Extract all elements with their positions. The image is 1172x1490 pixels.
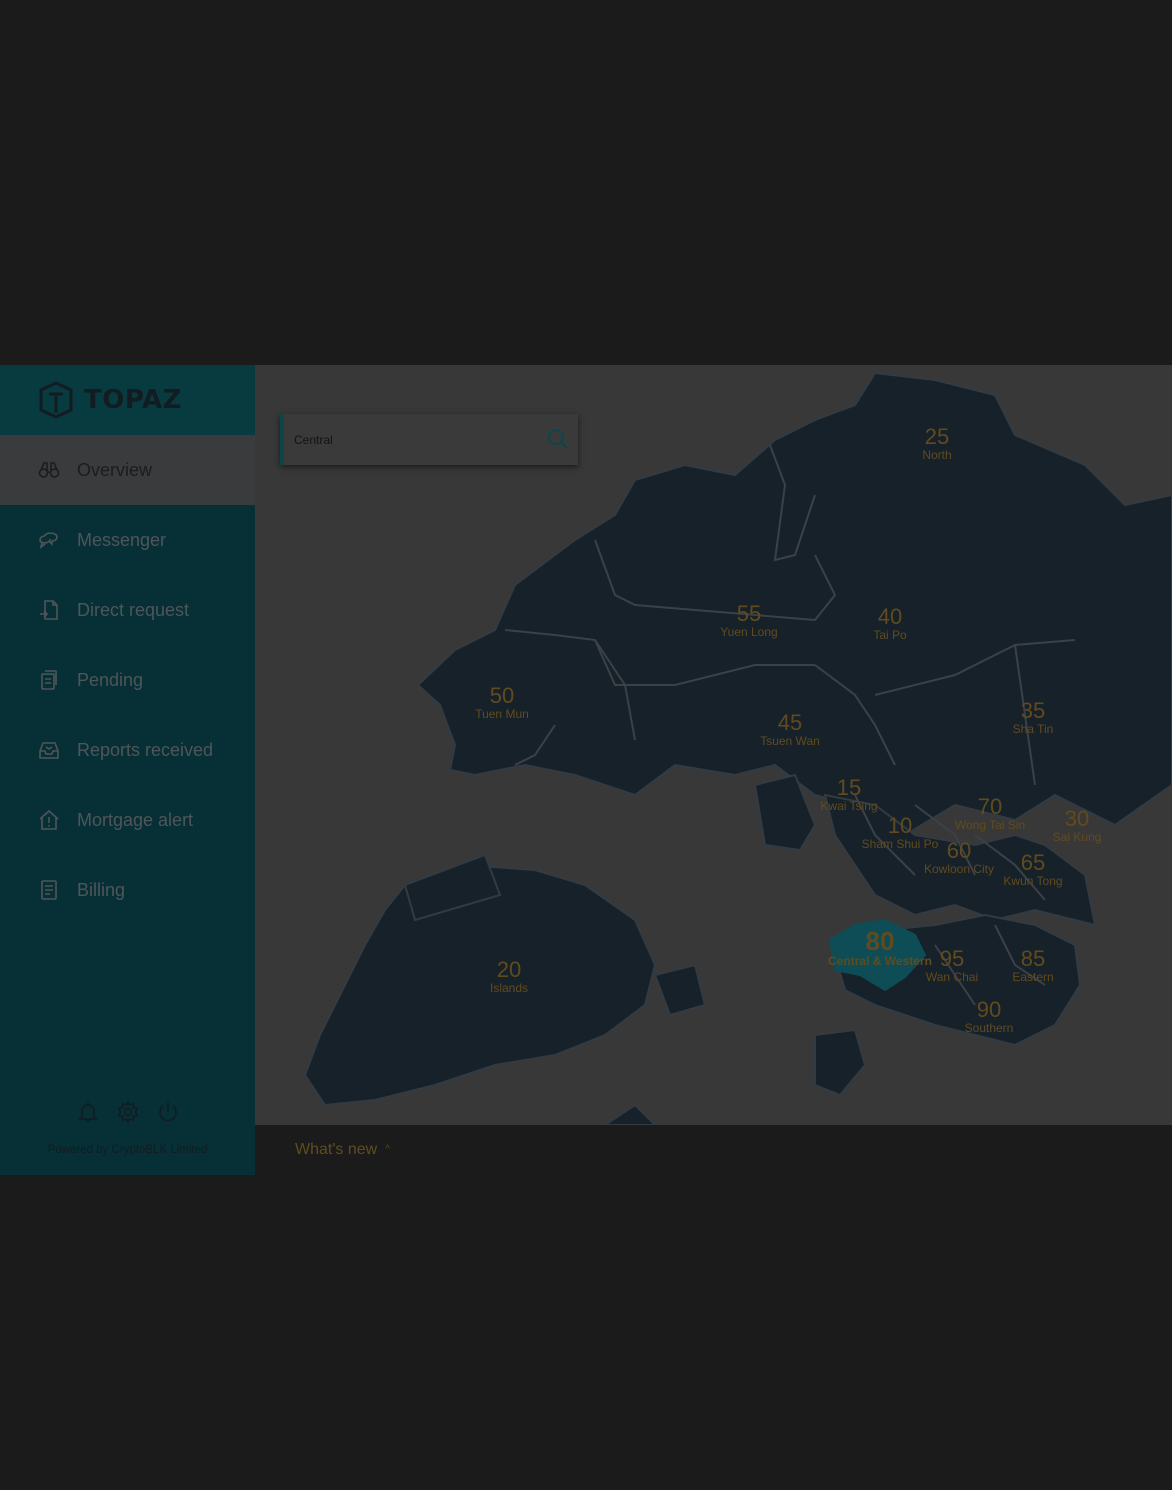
small-island	[603, 1103, 657, 1125]
brand-header: TOPAZ	[0, 365, 255, 435]
sidebar-item-label: Messenger	[77, 529, 167, 550]
chevron-up-icon: ^	[385, 1144, 390, 1155]
small-island	[653, 963, 707, 1017]
sidebar-item-pending[interactable]: Pending	[0, 645, 255, 715]
sidebar-item-reports-received[interactable]: Reports received	[0, 715, 255, 785]
search-box	[280, 414, 578, 465]
sidebar-item-overview[interactable]: Overview	[0, 435, 255, 505]
whats-new-label: What's new	[295, 1141, 378, 1158]
inbox-icon	[36, 737, 62, 763]
document-request-icon	[36, 597, 62, 623]
map-area: 25 North 55 Yuen Long 40 Tai Po 50 Tuen …	[255, 365, 1172, 1125]
brand-name: TOPAZ	[84, 385, 182, 415]
sidebar-nav: Overview Messenger Direct request Pendin…	[0, 435, 255, 925]
sidebar-item-label: Reports received	[77, 739, 214, 760]
bell-icon[interactable]	[76, 1100, 100, 1124]
sidebar-footer: Powered by CryptoBLK Limited	[0, 1100, 255, 1175]
billing-icon	[36, 877, 62, 903]
sidebar-item-label: Billing	[77, 879, 126, 900]
sidebar: TOPAZ Overview Messenger Direct request …	[0, 365, 255, 1175]
topaz-logo-icon	[39, 381, 73, 419]
sidebar-item-messenger[interactable]: Messenger	[0, 505, 255, 575]
gear-icon[interactable]	[116, 1100, 140, 1124]
chat-icon	[36, 527, 62, 553]
sidebar-item-direct-request[interactable]: Direct request	[0, 575, 255, 645]
hong-kong-district-map	[303, 371, 1172, 1125]
binoculars-icon	[36, 457, 62, 483]
app-window: TOPAZ Overview Messenger Direct request …	[0, 365, 1172, 1175]
pending-icon	[36, 667, 62, 693]
house-alert-icon	[36, 807, 62, 833]
power-icon[interactable]	[156, 1100, 180, 1124]
sidebar-item-billing[interactable]: Billing	[0, 855, 255, 925]
search-icon[interactable]	[546, 427, 570, 451]
sidebar-item-label: Mortgage alert	[77, 809, 194, 830]
sidebar-item-label: Direct request	[77, 599, 190, 620]
powered-by-text: Powered by CryptoBLK Limited	[47, 1144, 208, 1156]
footer-icons	[0, 1100, 255, 1124]
sidebar-item-mortgage-alert[interactable]: Mortgage alert	[0, 785, 255, 855]
small-island	[814, 1028, 867, 1097]
search-input[interactable]	[294, 414, 534, 465]
bottom-bar: What's new ^	[255, 1125, 1172, 1175]
sidebar-item-label: Overview	[77, 459, 153, 480]
sidebar-item-label: Pending	[77, 669, 144, 690]
whats-new-toggle[interactable]: What's new ^	[295, 1141, 390, 1159]
